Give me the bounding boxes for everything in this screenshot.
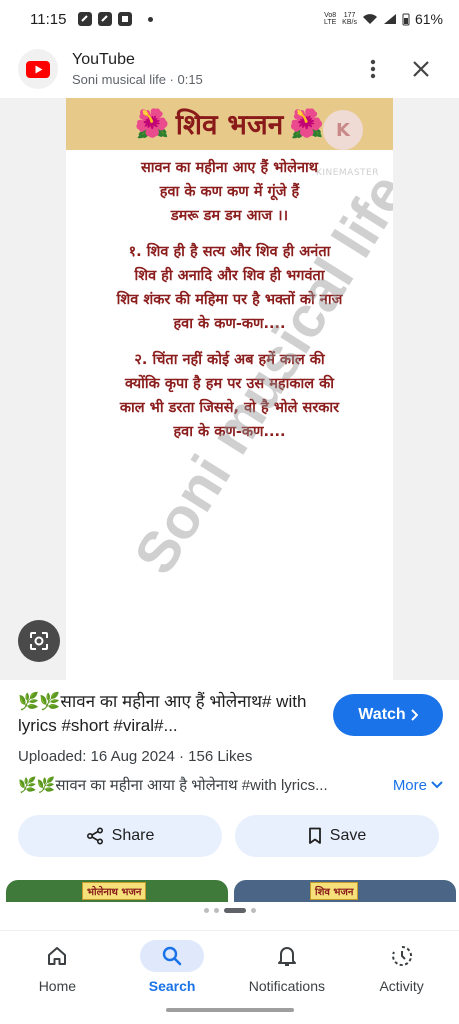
related-thumbnail[interactable]: शिव भजन: [234, 880, 456, 902]
stanza-chorus: सावन का महीना आए हैं भोलेनाथ हवा के कण क…: [66, 156, 393, 228]
hibiscus-icon: 🌺: [134, 107, 170, 140]
battery-level: 61%: [414, 11, 443, 27]
stanza-1: १. शिव ही है सत्य और शिव ही अनंता शिव ही…: [66, 240, 393, 336]
lyric-line: हवा के कण कण में गूंजे हैं: [159, 184, 300, 200]
video-description: 🌿🌿सावन का महीना आया है भोलेनाथ #with lyr…: [18, 777, 328, 794]
share-button[interactable]: Share: [18, 815, 222, 857]
page-indicator: [0, 908, 459, 913]
kinemaster-badge: K: [323, 110, 363, 150]
more-options-button[interactable]: [353, 49, 393, 89]
lyric-line: काल भी डरता जिससे, वो है भोले सरकार: [119, 400, 340, 416]
thumbnail-tag: भोलेनाथ भजन: [82, 882, 147, 900]
video-preview[interactable]: 🌺 शिव भजन 🌺 K KINEMASTER सावन का महीना आ…: [66, 98, 393, 680]
save-label: Save: [329, 827, 367, 844]
action-buttons: Share Save: [18, 815, 439, 857]
nav-home-label: Home: [38, 977, 77, 994]
lens-icon: [30, 632, 48, 650]
save-button[interactable]: Save: [235, 815, 439, 857]
app-notification-icon: [118, 12, 133, 26]
video-banner: 🌺 शिव भजन 🌺 K: [66, 98, 393, 150]
video-info: 🌿🌿सावन का महीना आए हैं भोलेनाथ# with lyr…: [18, 690, 443, 795]
activity-icon: [370, 940, 434, 972]
speed-unit: KB/s: [342, 19, 357, 26]
bookmark-icon: [308, 827, 321, 844]
page-dot-active: [223, 908, 246, 913]
nav-notifications[interactable]: Notifications: [230, 931, 345, 1002]
home-icon: [25, 940, 89, 972]
network-label: Vo8 LTE: [324, 12, 337, 26]
lyric-line: क्योंकि कृपा है हम पर उस महाकाल की: [124, 376, 334, 392]
watch-button[interactable]: Watch: [333, 694, 443, 736]
close-icon: [413, 61, 429, 77]
result-header: YouTube Soni musical life · 0:15: [0, 40, 459, 98]
lyric-line: हवा के कण-कण....: [173, 424, 286, 440]
upload-meta: Uploaded: 16 Aug 2024 · 156 Likes: [18, 748, 253, 765]
related-thumbnail[interactable]: भोलेनाथ भजन: [6, 880, 228, 902]
stanza-2: २. चिंता नहीं कोई अब हमें काल की क्योंकि…: [66, 348, 393, 444]
nav-search[interactable]: Search: [115, 931, 230, 1002]
page-dot: [203, 908, 209, 913]
speed-value: 177: [343, 12, 356, 19]
page-dot: [250, 908, 256, 913]
youtube-logo-icon: [18, 49, 58, 89]
lens-search-button[interactable]: [18, 620, 60, 662]
app-notification-icon: [78, 12, 93, 26]
lyric-line: डमरू डम डम आज ।।: [170, 208, 289, 224]
nav-home[interactable]: Home: [0, 931, 115, 1002]
kinemaster-label: KINEMASTER: [315, 168, 379, 178]
chevron-right-icon: [410, 709, 418, 721]
gesture-bar[interactable]: [166, 1008, 294, 1012]
lyric-line: शिव ही अनादि और शिव ही भगवंता: [134, 268, 325, 284]
lyric-line: २. चिंता नहीं कोई अब हमें काल की: [134, 352, 325, 368]
lyrics: सावन का महीना आए हैं भोलेनाथ हवा के कण क…: [66, 150, 393, 444]
more-notifications-dot: [148, 16, 154, 22]
battery-icon: [402, 13, 410, 25]
app-notification-icon: [98, 12, 113, 26]
source-subtitle: Soni musical life · 0:15: [72, 72, 203, 87]
nav-notifications-label: Notifications: [248, 977, 325, 994]
signal-icon: [383, 14, 396, 24]
related-results: भोलेनाथ भजन शिव भजन: [6, 880, 456, 902]
watch-label: Watch: [358, 706, 406, 723]
bell-icon: [255, 940, 319, 972]
source-name: YouTube: [72, 51, 135, 68]
lyric-line: १. शिव ही है सत्य और शिव ही अनंता: [128, 244, 331, 260]
more-label: More: [392, 776, 427, 794]
share-label: Share: [111, 827, 155, 844]
status-time: 11:15: [30, 10, 67, 28]
more-button[interactable]: More: [393, 777, 443, 794]
nav-activity-label: Activity: [379, 977, 424, 994]
wifi-icon: [362, 14, 377, 24]
nav-search-label: Search: [148, 977, 196, 994]
speed-indicator: 177 KB/s: [342, 12, 357, 26]
nav-activity[interactable]: Activity: [344, 931, 459, 1002]
lyric-line: शिव शंकर की महिमा पर है भक्तों को नाज: [116, 292, 343, 308]
more-vert-icon: [370, 59, 376, 79]
page-dot: [213, 908, 219, 913]
lyric-line: हवा के कण-कण....: [173, 316, 286, 332]
status-bar: 11:15 Vo8 LTE 177 KB/s 61%: [0, 0, 459, 38]
thumbnail-tag: शिव भजन: [310, 882, 359, 900]
banner-title: शिव भजन: [175, 108, 284, 141]
chevron-down-icon: [431, 781, 443, 789]
close-button[interactable]: [401, 49, 441, 89]
share-icon: [86, 827, 103, 845]
hibiscus-icon: 🌺: [289, 107, 325, 140]
bottom-navigation: Home Search Notifications Activity: [0, 930, 459, 1002]
video-title: 🌿🌿सावन का महीना आए हैं भोलेनाथ# with lyr…: [18, 692, 307, 735]
search-icon: [140, 939, 205, 972]
